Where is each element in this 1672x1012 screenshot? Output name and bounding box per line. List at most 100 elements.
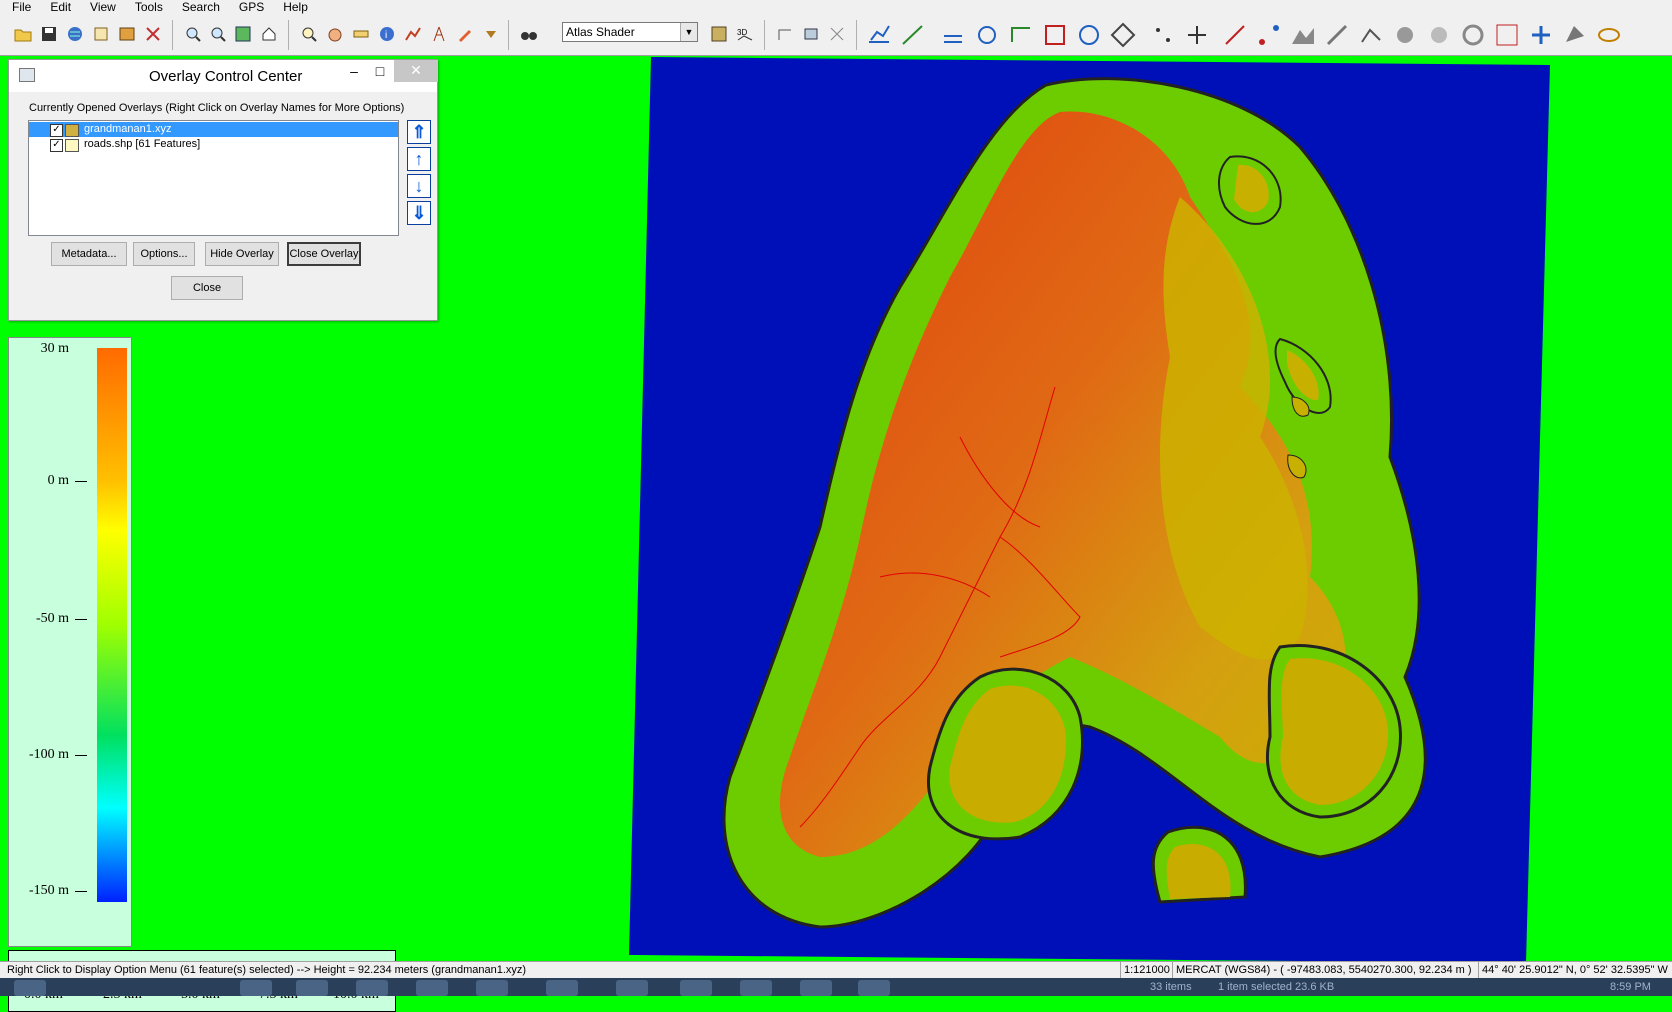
edit-feature-icon[interactable] xyxy=(938,20,968,50)
chevron-down-icon[interactable]: ▼ xyxy=(680,23,697,41)
gear-icon[interactable] xyxy=(1390,20,1420,50)
dialog-titlebar[interactable]: Overlay Control Center – □ ✕ xyxy=(9,60,438,92)
contour-icon[interactable] xyxy=(1594,20,1624,50)
home-icon[interactable] xyxy=(258,23,280,45)
grid-points-icon[interactable] xyxy=(826,23,848,45)
move-feature-icon[interactable] xyxy=(1006,20,1036,50)
measure-line-icon[interactable] xyxy=(1322,20,1352,50)
move-to-bottom-icon[interactable]: ⇓ xyxy=(407,201,431,225)
layers-icon[interactable] xyxy=(90,23,112,45)
measure-icon[interactable] xyxy=(350,23,372,45)
menu-file[interactable]: File xyxy=(0,0,38,14)
status-projection: MERCAT (WGS84) - ( -97483.083, 5540270.3… xyxy=(1172,962,1475,979)
app-icon-3[interactable] xyxy=(416,980,448,996)
terrain-icon[interactable] xyxy=(1288,20,1318,50)
workspace-icon[interactable] xyxy=(116,23,138,45)
close-window-button[interactable]: ✕ xyxy=(394,60,438,82)
path-icon[interactable] xyxy=(1356,20,1386,50)
menu-help[interactable]: Help xyxy=(271,0,315,14)
menu-gps[interactable]: GPS xyxy=(227,0,271,14)
tower-icon[interactable] xyxy=(428,23,450,45)
overlay-row-grandmanan1[interactable]: ✓ grandmanan1.xyz xyxy=(29,122,398,137)
zoom-out-icon[interactable] xyxy=(207,23,229,45)
metadata-button[interactable]: Metadata... xyxy=(51,242,127,266)
points-grid-icon[interactable] xyxy=(1492,20,1522,50)
split-icon[interactable] xyxy=(1182,20,1212,50)
taskbar-clock: 8:59 PM xyxy=(1610,981,1651,993)
area-create-icon[interactable] xyxy=(864,20,894,50)
legend-tick-minus150: -150 m xyxy=(28,883,69,898)
overlay-name: roads.shp [61 Features] xyxy=(84,138,201,150)
tools-icon[interactable] xyxy=(142,23,164,45)
status-bar: Right Click to Display Option Menu (61 f… xyxy=(0,961,1672,979)
save-icon[interactable] xyxy=(38,23,60,45)
move-up-icon[interactable]: ↑ xyxy=(407,147,431,171)
app-icon-6[interactable] xyxy=(616,980,648,996)
options-button[interactable]: Options... xyxy=(133,242,195,266)
overlay-list[interactable]: ✓ grandmanan1.xyz ✓ roads.shp [61 Featur… xyxy=(28,120,399,236)
status-coordinates: 44° 40' 25.9012" N, 0° 52' 32.5395" W xyxy=(1478,962,1671,979)
menu-edit[interactable]: Edit xyxy=(38,0,78,14)
rotate-feature-icon[interactable] xyxy=(972,20,1002,50)
grid-icon[interactable] xyxy=(1108,20,1138,50)
buffer-icon[interactable] xyxy=(1074,20,1104,50)
shader-value: Atlas Shader xyxy=(566,25,635,39)
vertex-icon[interactable] xyxy=(1148,20,1178,50)
browser-icon[interactable] xyxy=(240,980,272,996)
status-scale: 1:121000 xyxy=(1120,962,1173,979)
dropdown-tool-icon[interactable] xyxy=(480,23,502,45)
legend-tick-30: 30 m xyxy=(40,341,69,356)
globe-mapper-icon[interactable] xyxy=(858,980,890,996)
profile-icon[interactable] xyxy=(402,23,424,45)
network-icon[interactable] xyxy=(1254,20,1284,50)
taskbar-items-text: 33 items xyxy=(1150,981,1192,993)
paint-icon[interactable] xyxy=(1560,20,1590,50)
digitize-icon[interactable] xyxy=(454,23,476,45)
app-icon-2[interactable] xyxy=(356,980,388,996)
pan-hand-icon[interactable] xyxy=(324,23,346,45)
shader-options-icon[interactable] xyxy=(708,23,730,45)
maximize-button[interactable]: □ xyxy=(365,62,395,82)
info-icon[interactable]: i xyxy=(376,23,398,45)
path-profile-icon[interactable] xyxy=(774,23,796,45)
coords-icon[interactable] xyxy=(1040,20,1070,50)
legend-tick-minus50: -50 m xyxy=(35,611,69,626)
menu-view[interactable]: View xyxy=(78,0,123,14)
close-overlay-button[interactable]: Close Overlay xyxy=(287,242,361,266)
binoculars-icon[interactable] xyxy=(518,23,540,45)
legend-tick-0: 0 m xyxy=(47,473,69,488)
move-down-icon[interactable]: ↓ xyxy=(407,174,431,198)
app-icon-1[interactable] xyxy=(296,980,328,996)
menu-tools[interactable]: Tools xyxy=(123,0,170,14)
app-icon xyxy=(19,68,35,82)
3d-view-icon[interactable]: 3D xyxy=(734,23,756,45)
taskbar: 33 items 1 item selected 23.6 KB 8:59 PM xyxy=(0,978,1672,996)
move-to-top-icon[interactable]: ⇑ xyxy=(407,120,431,144)
open-folder-icon[interactable] xyxy=(12,23,34,45)
close-button[interactable]: Close xyxy=(171,276,243,300)
record-icon[interactable] xyxy=(800,980,832,996)
overlay-row-roads[interactable]: ✓ roads.shp [61 Features] xyxy=(29,137,398,152)
menu-search[interactable]: Search xyxy=(170,0,227,14)
app-icon-7[interactable] xyxy=(680,980,712,996)
zoom-in-icon[interactable] xyxy=(182,23,204,45)
shader-select[interactable]: Atlas Shader ▼ xyxy=(562,22,698,42)
app-icon-4[interactable] xyxy=(476,980,508,996)
overlays-caption: Currently Opened Overlays (Right Click o… xyxy=(29,102,405,114)
overlay-checkbox[interactable]: ✓ xyxy=(50,139,63,152)
draw-line-icon[interactable] xyxy=(1220,20,1250,50)
start-icon[interactable] xyxy=(14,980,46,996)
zoom-tool-icon[interactable] xyxy=(298,23,320,45)
hide-overlay-button[interactable]: Hide Overlay xyxy=(205,242,279,266)
zoom-full-icon[interactable] xyxy=(232,23,254,45)
settings-icon[interactable] xyxy=(1424,20,1454,50)
vector-layer-icon xyxy=(65,139,79,152)
rotate-icon[interactable] xyxy=(1458,20,1488,50)
folder-icon[interactable] xyxy=(740,980,772,996)
globe-icon[interactable] xyxy=(64,23,86,45)
app-icon-5[interactable] xyxy=(546,980,578,996)
view-shed-icon[interactable] xyxy=(800,23,822,45)
overlay-checkbox[interactable]: ✓ xyxy=(50,124,63,137)
add-points-icon[interactable] xyxy=(1526,20,1556,50)
line-create-icon[interactable] xyxy=(898,20,928,50)
